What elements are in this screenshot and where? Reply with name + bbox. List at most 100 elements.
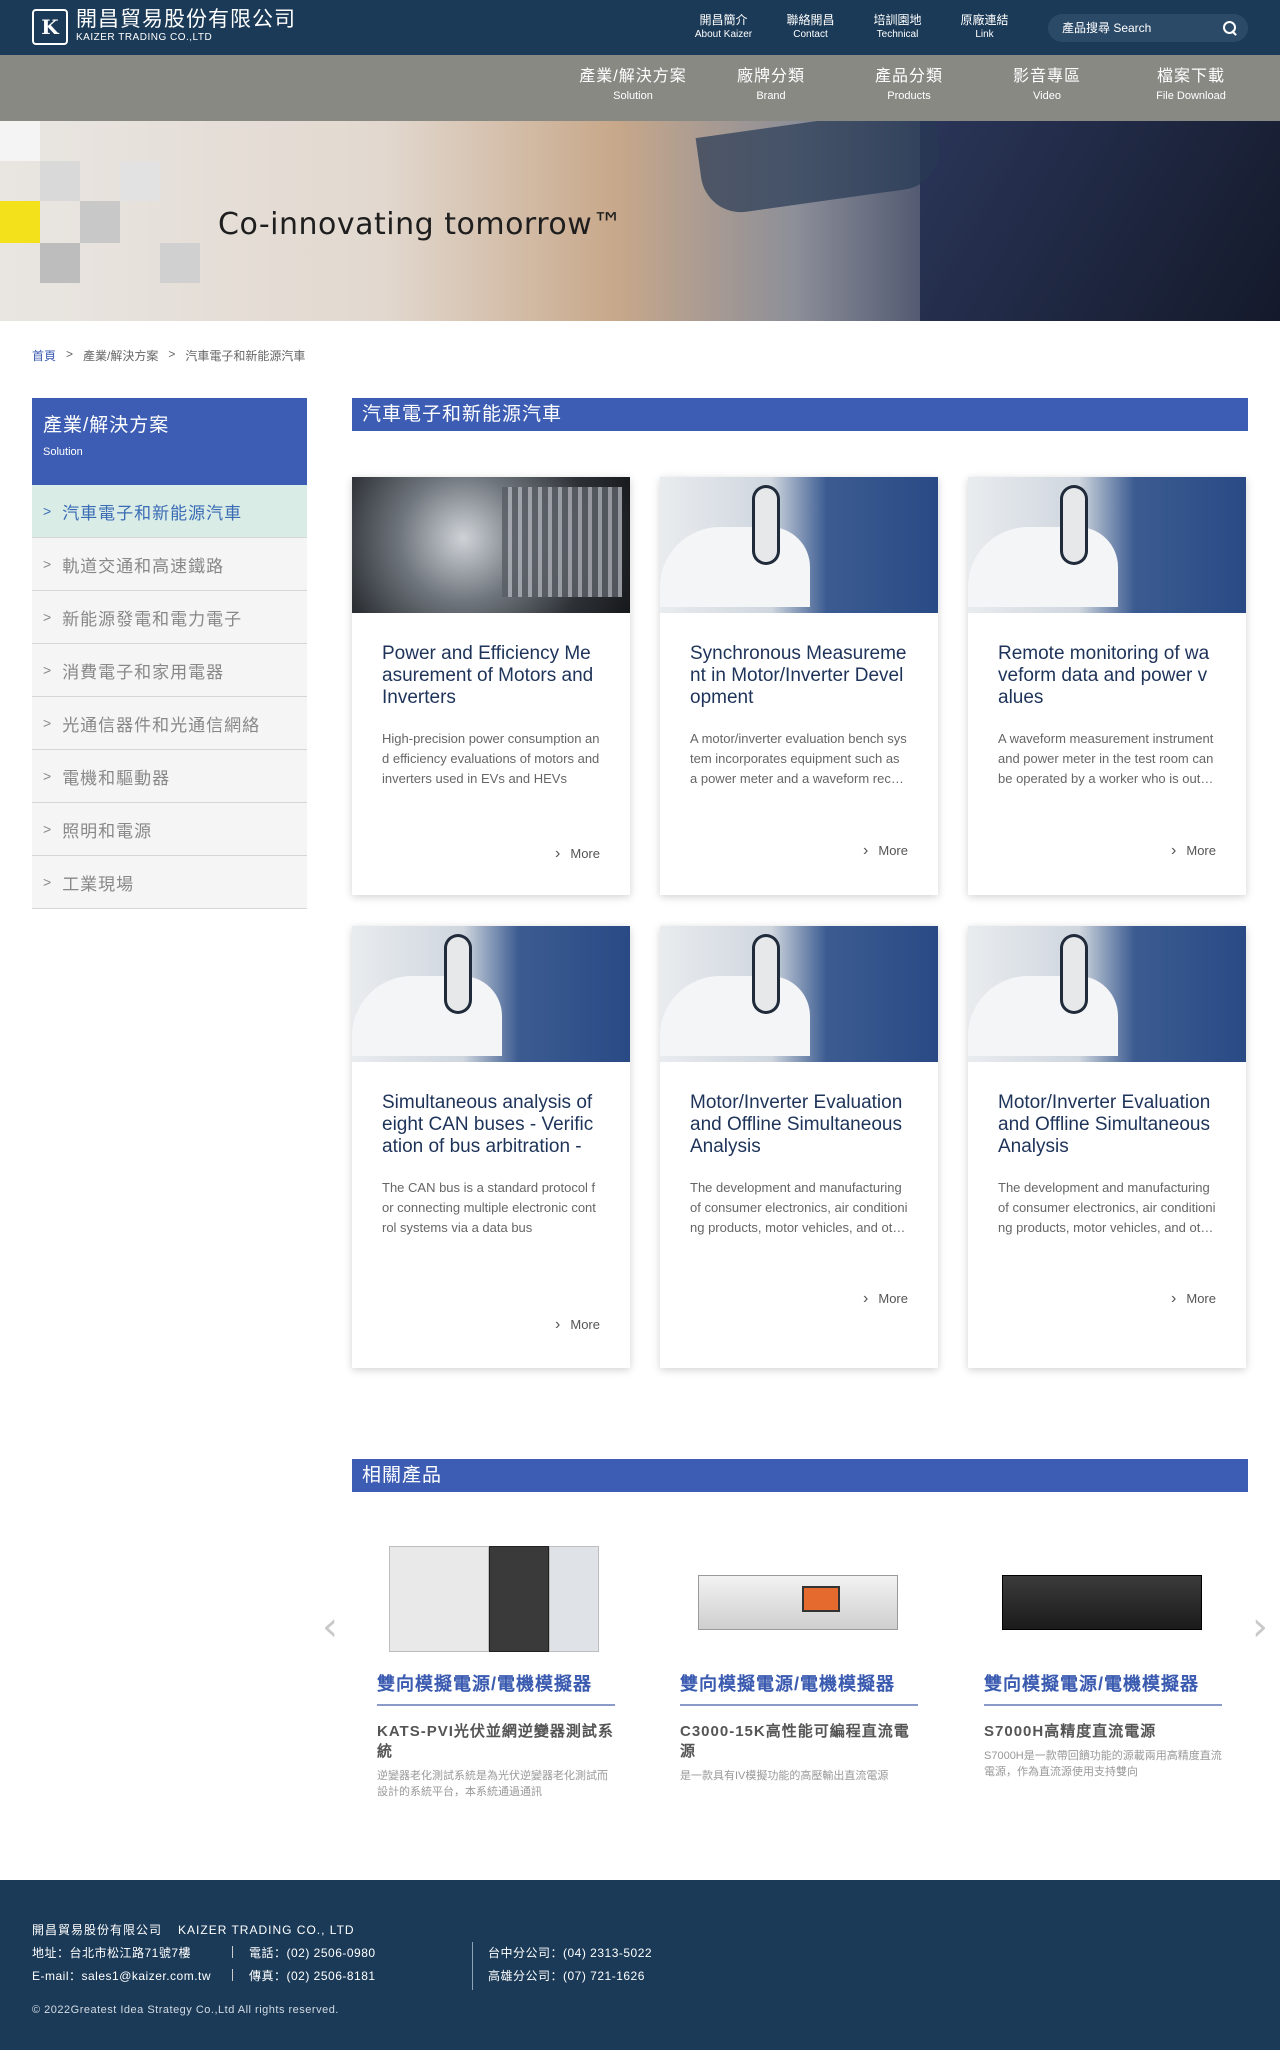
card-image-ev-charger xyxy=(968,926,1246,1062)
solution-card[interactable]: Motor/Inverter Evaluation and Offline Si… xyxy=(968,926,1246,1368)
card-title: Motor/Inverter Evaluation and Offline Si… xyxy=(998,1092,1211,1157)
search-icon[interactable] xyxy=(1222,20,1238,36)
card-image-motor xyxy=(352,477,630,613)
top-link-label: 原廠連結 xyxy=(960,13,1009,27)
breadcrumb-home[interactable]: 首頁 xyxy=(32,347,56,364)
footer-kaohsiung: 高雄分公司：(07) 721-1626 xyxy=(488,1969,645,1983)
sidebar-item-consumer[interactable]: > 消費電子和家用電器 xyxy=(32,644,307,697)
product-description: S7000H是一款帶回饋功能的源載兩用高精度直流電源，作為直流源使用支持雙向 xyxy=(984,1750,1222,1778)
card-more-link[interactable]: More xyxy=(863,1290,908,1308)
solution-card[interactable]: Simultaneous analysis of eight CAN buses… xyxy=(352,926,630,1368)
related-product-card[interactable]: 雙向模擬電源/電機模擬器 KATS-PVI光伏並網逆變器測試系統 逆變器老化測試… xyxy=(377,1530,615,1800)
footer-company-en: KAIZER TRADING CO., LTD xyxy=(178,1923,355,1937)
banner-photo-tablet xyxy=(695,121,945,218)
product-rack-unit xyxy=(1002,1575,1202,1630)
breadcrumb-level1[interactable]: 產業/解決方案 xyxy=(83,347,158,364)
sidebar-header: 產業/解決方案 Solution xyxy=(32,398,307,485)
chevron-right-icon: > xyxy=(43,874,53,890)
carousel-next-icon[interactable]: › xyxy=(1252,1607,1272,1647)
top-link-about[interactable]: 開昌簡介 About Kaizer xyxy=(680,12,767,42)
card-description: The development and manufacturing of con… xyxy=(998,1180,1216,1235)
card-image-ev-charger xyxy=(968,477,1246,613)
nav-item-brand[interactable]: 廠牌分類 Brand xyxy=(702,67,840,105)
banner-photo-suit xyxy=(920,121,1280,321)
top-link-label: 培訓園地 xyxy=(873,13,922,27)
search-input[interactable] xyxy=(1062,21,1222,35)
product-image-power-supply xyxy=(680,1530,918,1650)
nav-sublabel: Video xyxy=(1033,90,1061,102)
related-product-card[interactable]: 雙向模擬電源/電機模擬器 S7000H高精度直流電源 S7000H是一款帶回饋功… xyxy=(984,1530,1222,1780)
breadcrumb-separator: > xyxy=(66,347,74,361)
nav-sublabel: Products xyxy=(887,90,931,102)
chevron-right-icon: > xyxy=(43,821,53,837)
banner-slogan: Co-innovating tomorrow™ xyxy=(218,207,623,242)
product-image-dc-source xyxy=(984,1530,1222,1650)
solution-card[interactable]: Synchronous Measurement in Motor/Inverte… xyxy=(660,477,938,895)
breadcrumb: 首頁 > 產業/解決方案 > 汽車電子和新能源汽車 xyxy=(32,347,315,364)
sidebar-item-automotive[interactable]: > 汽車電子和新能源汽車 xyxy=(32,485,307,538)
top-link-sublabel: Contact xyxy=(793,29,828,40)
card-more-link[interactable]: More xyxy=(863,842,908,860)
product-category: 雙向模擬電源/電機模擬器 xyxy=(680,1670,918,1706)
nav-sublabel: File Download xyxy=(1156,90,1226,102)
top-link-sublabel: About Kaizer xyxy=(694,29,753,40)
product-category: 雙向模擬電源/電機模擬器 xyxy=(984,1670,1222,1706)
card-more-link[interactable]: More xyxy=(555,1316,600,1334)
chevron-right-icon: > xyxy=(43,503,53,519)
card-more-link[interactable]: More xyxy=(1171,842,1216,860)
sidebar-item-label: 消費電子和家用電器 xyxy=(62,662,225,682)
card-more-link[interactable]: More xyxy=(1171,1290,1216,1308)
card-image-ev-charger xyxy=(352,926,630,1062)
sidebar-item-label: 電機和驅動器 xyxy=(62,768,171,788)
footer-company-cn: 開昌貿易股份有限公司 xyxy=(32,1923,163,1937)
footer-row: E-mail：sales1@kaizer.com.tw 傳真：(02) 2506… xyxy=(32,1967,376,1984)
sidebar-item-rail[interactable]: > 軌道交通和高速鐵路 xyxy=(32,538,307,591)
top-link-contact[interactable]: 聯絡開昌 Contact xyxy=(767,12,854,42)
logo-name-cn: 開昌貿易股份有限公司 xyxy=(76,8,296,31)
nav-sublabel: Brand xyxy=(756,90,786,102)
sidebar-item-optical[interactable]: > 光通信器件和光通信網絡 xyxy=(32,697,307,750)
carousel-prev-icon[interactable]: ‹ xyxy=(322,1607,342,1647)
nav-item-file-download[interactable]: 檔案下載 File Download xyxy=(1116,67,1266,105)
banner-tile xyxy=(40,161,80,201)
footer-address: 地址：台北市松江路71號7樓 xyxy=(32,1946,192,1960)
nav-sublabel: Solution xyxy=(613,90,653,102)
sidebar-title: 產業/解決方案 xyxy=(43,415,170,436)
top-link-link[interactable]: 原廠連結 Link xyxy=(941,12,1028,42)
related-product-card[interactable]: 雙向模擬電源/電機模擬器 C3000-15K高性能可編程直流電源 是一款具有IV… xyxy=(680,1530,918,1784)
product-rack-unit xyxy=(698,1575,898,1630)
banner-tile xyxy=(0,121,40,161)
nav-item-video[interactable]: 影音專區 Video xyxy=(978,67,1116,105)
top-link-sublabel: Technical xyxy=(876,29,919,40)
footer-company: 開昌貿易股份有限公司 KAIZER TRADING CO., LTD xyxy=(32,1921,371,1938)
footer-copyright: © 2022Greatest Idea Strategy Co.,Ltd All… xyxy=(32,2004,339,2016)
sidebar-item-motor[interactable]: > 電機和驅動器 xyxy=(32,750,307,803)
product-name: S7000H高精度直流電源 xyxy=(984,1723,1157,1740)
footer-taichung: 台中分公司：(04) 2313-5022 xyxy=(488,1946,653,1960)
product-category: 雙向模擬電源/電機模擬器 xyxy=(377,1670,615,1706)
product-description: 逆變器老化測試系統是為光伏逆變器老化測試而設計的系統平台，本系統通過通訊 xyxy=(377,1770,608,1798)
sidebar-item-label: 光通信器件和光通信網絡 xyxy=(62,715,261,735)
top-link-technical[interactable]: 培訓園地 Technical xyxy=(854,12,941,42)
solution-card[interactable]: Motor/Inverter Evaluation and Offline Si… xyxy=(660,926,938,1368)
card-description: A motor/inverter evaluation bench system… xyxy=(690,731,907,786)
product-display xyxy=(802,1586,840,1612)
chevron-right-icon: > xyxy=(43,609,53,625)
card-image-ev-charger xyxy=(660,477,938,613)
sidebar-item-lighting[interactable]: > 照明和電源 xyxy=(32,803,307,856)
nav-item-products[interactable]: 產品分類 Products xyxy=(840,67,978,105)
top-bar: K 開昌貿易股份有限公司 KAIZER TRADING CO.,LTD 開昌簡介… xyxy=(0,0,1280,55)
solution-card[interactable]: Remote monitoring of waveform data and p… xyxy=(968,477,1246,895)
sidebar-item-power[interactable]: > 新能源發電和電力電子 xyxy=(32,591,307,644)
nav-item-solution[interactable]: 產業/解決方案 Solution xyxy=(564,67,702,105)
banner-tile xyxy=(120,161,160,201)
sidebar-item-label: 新能源發電和電力電子 xyxy=(62,609,243,629)
solution-card[interactable]: Power and Efficiency Measurement of Moto… xyxy=(352,477,630,895)
footer-email[interactable]: E-mail：sales1@kaizer.com.tw xyxy=(32,1967,232,1984)
card-more-link[interactable]: More xyxy=(555,845,600,863)
product-image-cabinet xyxy=(377,1530,615,1652)
chevron-right-icon: > xyxy=(43,715,53,731)
site-logo[interactable]: K 開昌貿易股份有限公司 KAIZER TRADING CO.,LTD xyxy=(32,9,296,45)
product-cabinet-part xyxy=(549,1546,599,1652)
sidebar-item-industrial[interactable]: > 工業現場 xyxy=(32,856,307,909)
